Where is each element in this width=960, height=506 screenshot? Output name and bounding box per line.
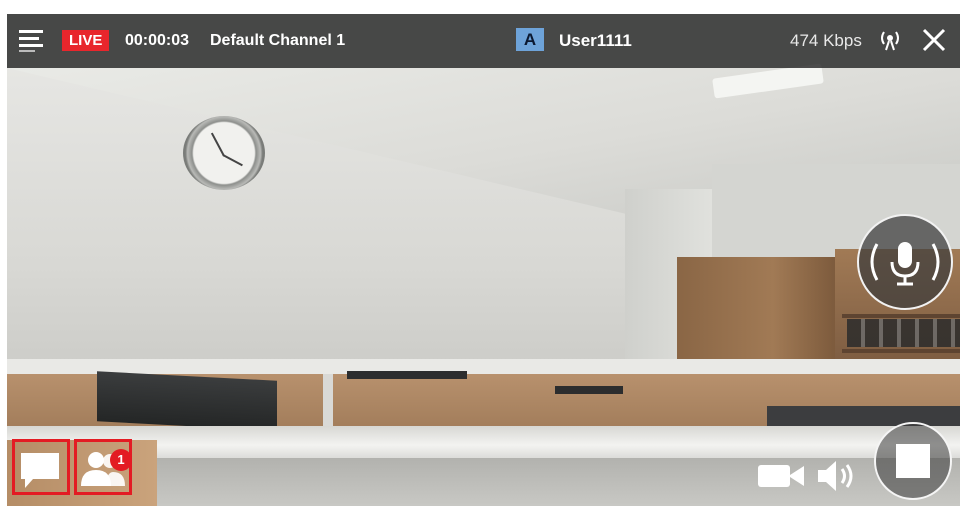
scene-keyboard: [555, 386, 623, 394]
speaker-icon[interactable]: [815, 458, 861, 494]
chat-icon: [21, 453, 59, 488]
scene-shelf-row: [842, 349, 960, 353]
live-badge: LIVE: [62, 30, 110, 51]
stop-button[interactable]: [874, 422, 952, 500]
video-camera-icon[interactable]: [757, 461, 807, 491]
close-icon[interactable]: [921, 27, 947, 53]
stop-icon: [896, 444, 930, 478]
bitrate-label: 474 Kbps: [790, 31, 862, 50]
camera-preview: LIVE 00:00:03 Default Channel 1 A User11…: [7, 14, 960, 506]
scene-shelf-row: [842, 314, 960, 318]
channel-name: Default Channel 1: [210, 32, 346, 49]
menu-icon[interactable]: [19, 28, 43, 54]
microphone-icon: [870, 242, 940, 286]
user-name: User1111: [559, 31, 632, 50]
app-window: LIVE 00:00:03 Default Channel 1 A User11…: [0, 0, 960, 506]
microphone-button[interactable]: [857, 214, 953, 310]
signal-icon: [877, 29, 903, 51]
top-bar: LIVE 00:00:03 Default Channel 1 A User11…: [7, 14, 960, 68]
scene-phones: [847, 319, 960, 347]
scene-monitor: [97, 371, 277, 431]
participants-count-badge: 1: [110, 449, 132, 471]
scene-keyboard: [347, 371, 467, 379]
user-badge: A: [516, 28, 544, 51]
chat-button[interactable]: [12, 439, 70, 495]
scene-clock: [183, 116, 265, 190]
elapsed-time: 00:00:03: [125, 32, 190, 49]
scene-desk-divider: [323, 374, 333, 434]
